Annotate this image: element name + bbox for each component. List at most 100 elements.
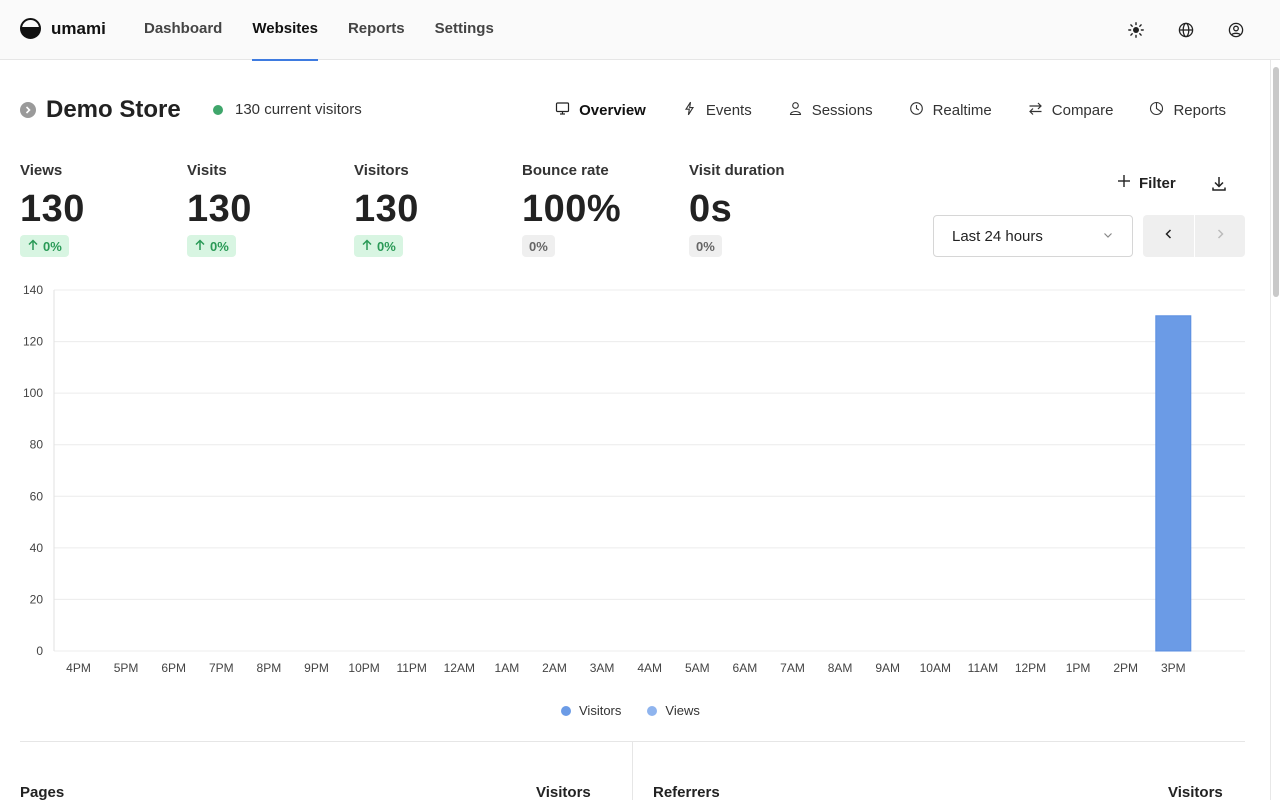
monitor-icon [555, 101, 570, 120]
language-globe-icon[interactable] [1176, 20, 1196, 40]
x-tick-label: 1PM [1066, 661, 1091, 675]
y-tick-label: 80 [30, 438, 44, 452]
x-tick-label: 6PM [161, 661, 186, 675]
metric-change-value: 0% [210, 238, 229, 254]
umami-logo-icon [20, 18, 41, 39]
download-icon [1210, 177, 1228, 197]
y-tick-label: 0 [36, 644, 43, 658]
tab-realtime[interactable]: Realtime [909, 100, 992, 120]
tab-compare[interactable]: Compare [1028, 100, 1114, 120]
website-header: Demo Store [20, 96, 181, 124]
metric-change-badge: 0% [522, 235, 555, 257]
y-tick-label: 60 [30, 489, 44, 503]
filter-button[interactable]: Filter [1117, 174, 1176, 192]
y-tick-label: 120 [23, 335, 43, 349]
x-tick-label: 12AM [444, 661, 475, 675]
x-tick-label: 11AM [968, 661, 998, 675]
metric-visits: Visits 130 0% [187, 162, 347, 257]
download-button[interactable] [1210, 175, 1230, 195]
x-tick-label: 11PM [396, 661, 426, 675]
tab-events[interactable]: Events [682, 100, 752, 120]
tab-sessions[interactable]: Sessions [788, 100, 873, 120]
metric-value: 130 [354, 188, 419, 230]
current-visitors[interactable]: 130 current visitors [213, 101, 362, 118]
arrow-up-icon [27, 238, 39, 254]
x-tick-label: 4PM [66, 661, 91, 675]
filter-label: Filter [1139, 174, 1176, 192]
x-tick-label: 10AM [920, 661, 951, 675]
app-name: umami [51, 18, 106, 38]
tab-reports[interactable]: Reports [1149, 100, 1226, 120]
next-range-button[interactable] [1194, 215, 1245, 257]
chevron-right-icon[interactable] [20, 102, 36, 118]
tab-label: Events [705, 101, 752, 119]
x-tick-label: 2PM [1113, 661, 1138, 675]
legend-item-views[interactable]: Views [647, 703, 700, 718]
nav-dashboard[interactable]: Dashboard [144, 0, 222, 60]
tab-label: Reports [1173, 101, 1226, 119]
metric-value: 130 [187, 188, 252, 230]
profile-icon[interactable] [1226, 20, 1246, 40]
metric-value: 130 [20, 188, 85, 230]
metric-change-badge: 0% [187, 235, 236, 257]
visitors-bar-chart: 0 20 40 60 80 100 120 140 4PM 5PM 6PM 7PM 8PM 9PM 10PM… [23, 283, 1245, 675]
chevron-down-icon [1102, 228, 1114, 245]
tab-label: Compare [1051, 101, 1114, 119]
x-tick-label: 8AM [828, 661, 853, 675]
chevron-right-icon [1214, 227, 1226, 245]
date-range-select[interactable]: Last 24 hours [933, 215, 1133, 257]
x-tick-label: 6AM [733, 661, 758, 675]
tab-overview[interactable]: Overview [555, 100, 646, 120]
plus-icon [1117, 174, 1131, 192]
current-visitors-label: 130 current visitors [235, 101, 362, 118]
top-icons [1126, 20, 1246, 40]
arrows-swap-icon [1028, 101, 1043, 120]
metric-change-badge: 0% [354, 235, 403, 257]
metric-label: Visit duration [689, 162, 785, 179]
metric-label: Visits [187, 162, 227, 179]
clock-icon [909, 101, 924, 120]
y-tick-label: 40 [30, 541, 44, 555]
y-tick-label: 100 [23, 386, 43, 400]
arrow-up-icon [361, 238, 373, 254]
panel-divider [632, 741, 633, 800]
metric-visitors: Visitors 130 0% [354, 162, 514, 257]
y-tick-label: 20 [30, 592, 44, 606]
legend-item-visitors[interactable]: Visitors [561, 703, 621, 718]
metric-value: 0s [689, 188, 733, 230]
x-tick-label: 9PM [304, 661, 329, 675]
metric-label: Visitors [354, 162, 409, 179]
date-range-nav [1143, 215, 1245, 257]
nav-websites[interactable]: Websites [252, 0, 318, 61]
theme-sun-icon[interactable] [1126, 20, 1146, 40]
metric-bounce-rate: Bounce rate 100% 0% [522, 162, 682, 257]
app-logo[interactable]: umami [20, 18, 106, 39]
legend-dot [647, 705, 658, 716]
x-tick-label: 3AM [590, 661, 615, 675]
bar-visitors [1155, 315, 1192, 652]
scrollbar-thumb[interactable] [1273, 67, 1279, 297]
previous-range-button[interactable] [1143, 215, 1194, 257]
main-nav: Dashboard Websites Reports Settings [144, 0, 494, 61]
referrers-panel-title: Referrers [653, 784, 720, 800]
nav-reports[interactable]: Reports [348, 0, 405, 60]
scroll-track-divider [1270, 60, 1271, 800]
tab-label: Sessions [811, 101, 873, 119]
scrollbar[interactable] [1272, 65, 1280, 800]
x-tick-label: 8PM [257, 661, 282, 675]
x-tick-label: 4AM [637, 661, 662, 675]
user-icon [788, 101, 803, 120]
x-tick-label: 3PM [1161, 661, 1186, 675]
metric-change-value: 0% [43, 238, 62, 254]
legend-label: Views [665, 703, 700, 718]
tab-label: Overview [579, 101, 646, 119]
referrers-panel-metric-header: Visitors [1168, 784, 1223, 800]
metric-change-value: 0% [529, 238, 548, 254]
pages-panel-title: Pages [20, 784, 65, 800]
nav-settings[interactable]: Settings [435, 0, 494, 60]
x-tick-label: 5PM [114, 661, 139, 675]
legend-dot [561, 705, 571, 716]
pages-panel-metric-header: Visitors [536, 784, 591, 800]
metric-views: Views 130 0% [20, 162, 180, 257]
lightning-icon [682, 101, 697, 120]
